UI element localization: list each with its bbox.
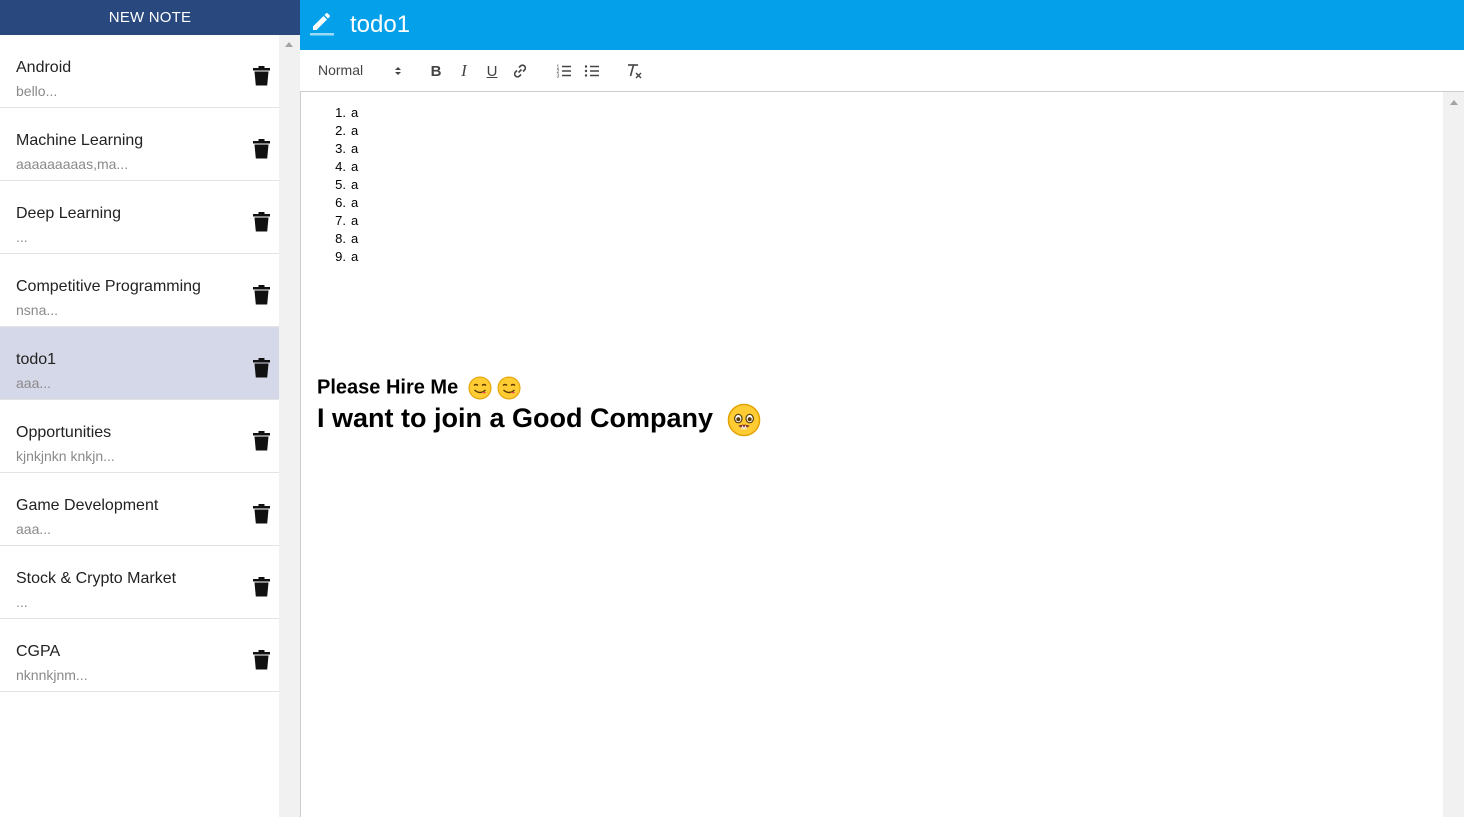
delete-note-trash-icon[interactable] xyxy=(253,431,270,451)
list-item: 9. a xyxy=(335,249,359,264)
note-item[interactable]: Deep Learning... xyxy=(0,181,279,254)
list-item: 2. a xyxy=(335,123,359,138)
list-item: 4. a xyxy=(335,159,359,174)
note-title: Game Development xyxy=(16,497,159,514)
note-title: Competitive Programming xyxy=(16,278,201,295)
delete-note-trash-icon[interactable] xyxy=(253,577,270,597)
list-item: 7. a xyxy=(335,213,359,228)
list-item-text: a xyxy=(351,195,359,210)
bullet-list-button[interactable] xyxy=(582,61,602,81)
delete-note-trash-icon[interactable] xyxy=(253,504,270,524)
yum-face-icon xyxy=(497,376,521,400)
list-item-text: a xyxy=(351,141,359,156)
delete-note-trash-icon[interactable] xyxy=(253,650,270,670)
note-preview: ... xyxy=(16,229,28,245)
new-note-button[interactable]: NEW NOTE xyxy=(0,0,300,35)
note-preview: aaaaaaaaas,ma... xyxy=(16,156,129,172)
delete-note-trash-icon[interactable] xyxy=(253,212,270,232)
select-arrows-icon xyxy=(395,67,401,75)
note-preview: ... xyxy=(16,594,28,610)
list-item-text: a xyxy=(351,177,359,192)
list-item: 1. a xyxy=(335,105,359,120)
delete-note-trash-icon[interactable] xyxy=(253,358,270,378)
note-item[interactable]: todo1 aaa... xyxy=(0,327,279,400)
clear-format-button[interactable] xyxy=(624,61,644,81)
list-item: 6. a xyxy=(335,195,359,210)
note-preview: kjnkjnkn knkjn... xyxy=(16,448,115,464)
svg-text:3: 3 xyxy=(557,74,560,80)
note-title: Android xyxy=(16,59,72,76)
editor-content[interactable]: 1. a 2. a 3. a 4. a 5. a 6. a 7. a 8. a 9. a Please Hire … xyxy=(300,92,1443,817)
note-title: CGPA xyxy=(16,643,61,660)
list-item-text: a xyxy=(351,123,359,138)
heading-text: I want to join a Good Company xyxy=(317,403,713,434)
yum-face-icon xyxy=(468,376,492,400)
note-title: todo1 xyxy=(16,351,57,368)
note-title: Deep Learning xyxy=(16,205,121,222)
list-item-text: a xyxy=(351,231,359,246)
editor-toolbar: Normal B I U 1 2 3 xyxy=(300,50,1464,92)
heading-text: Please Hire Me xyxy=(317,376,459,399)
note-item[interactable]: Android bello... xyxy=(0,35,279,108)
note-header: todo1 xyxy=(300,0,1464,50)
list-item-text: a xyxy=(351,159,359,174)
scroll-up-arrow-icon[interactable] xyxy=(285,42,293,47)
note-preview: bello... xyxy=(16,83,58,99)
scroll-up-arrow-icon[interactable] xyxy=(1450,100,1458,105)
link-icon xyxy=(513,64,527,78)
list-item-text: a xyxy=(351,105,359,120)
note-title: Stock & Crypto Market xyxy=(16,570,177,587)
note-title: Machine Learning xyxy=(16,132,144,149)
list-item-text: a xyxy=(351,249,359,264)
sidebar-scrollbar[interactable] xyxy=(279,35,300,817)
delete-note-trash-icon[interactable] xyxy=(253,139,270,159)
note-preview: aaa... xyxy=(16,521,52,537)
note-list: Android bello... Machine Learning aaaaaaaaa… xyxy=(0,35,279,692)
bold-button[interactable]: B xyxy=(426,61,446,81)
delete-note-trash-icon[interactable] xyxy=(253,285,270,305)
list-item-text: a xyxy=(351,213,359,228)
underline-icon: U xyxy=(486,62,498,80)
ordered-list-icon: 1 2 3 xyxy=(557,65,571,80)
note-title: Opportunities xyxy=(16,424,112,441)
note-item[interactable]: Game Development aaa... xyxy=(0,473,279,546)
sidebar: NEW NOTE Android bello... Machine Learning… xyxy=(0,0,300,817)
clear-format-icon xyxy=(628,64,642,79)
list-item: 3. a xyxy=(335,141,359,156)
text-format-value: Normal xyxy=(318,62,364,78)
note-item[interactable]: Opportunities kjnkjnkn knkjn... xyxy=(0,400,279,473)
underline-button[interactable]: U xyxy=(482,61,502,81)
note-preview: aaa... xyxy=(16,375,52,391)
note-item[interactable]: Competitive Programming nsna... xyxy=(0,254,279,327)
list-item: 8. a xyxy=(335,231,359,246)
ordered-list: 1. a 2. a 3. a 4. a 5. a 6. a 7. a 8. a 9. a xyxy=(316,104,358,266)
link-button[interactable] xyxy=(510,61,530,81)
note-title-input[interactable]: todo1 xyxy=(350,11,410,39)
pencil-icon xyxy=(310,13,334,36)
list-item: 5. a xyxy=(335,177,359,192)
editor-scrollbar[interactable] xyxy=(1443,92,1464,817)
note-item[interactable]: Stock & Crypto Market... xyxy=(0,546,279,619)
note-item[interactable]: Machine Learning aaaaaaaaas,ma... xyxy=(0,108,279,181)
italic-button[interactable]: I xyxy=(454,61,474,81)
note-preview: nknnkjnm... xyxy=(16,667,88,683)
heading-good-company: I want to join a Good Company xyxy=(317,403,761,437)
ordered-list-button[interactable]: 1 2 3 xyxy=(554,61,574,81)
delete-note-trash-icon[interactable] xyxy=(253,66,270,86)
italic-icon: I xyxy=(461,61,467,80)
pleading-face-icon xyxy=(727,403,760,437)
bold-icon: B xyxy=(430,62,442,80)
note-item[interactable]: CGPA nknnkjnm... xyxy=(0,619,279,692)
note-preview: nsna... xyxy=(16,302,59,318)
heading-please-hire-me: Please Hire Me xyxy=(317,376,521,400)
bullet-list-icon xyxy=(584,65,599,77)
text-format-select[interactable]: Normal xyxy=(318,62,404,80)
